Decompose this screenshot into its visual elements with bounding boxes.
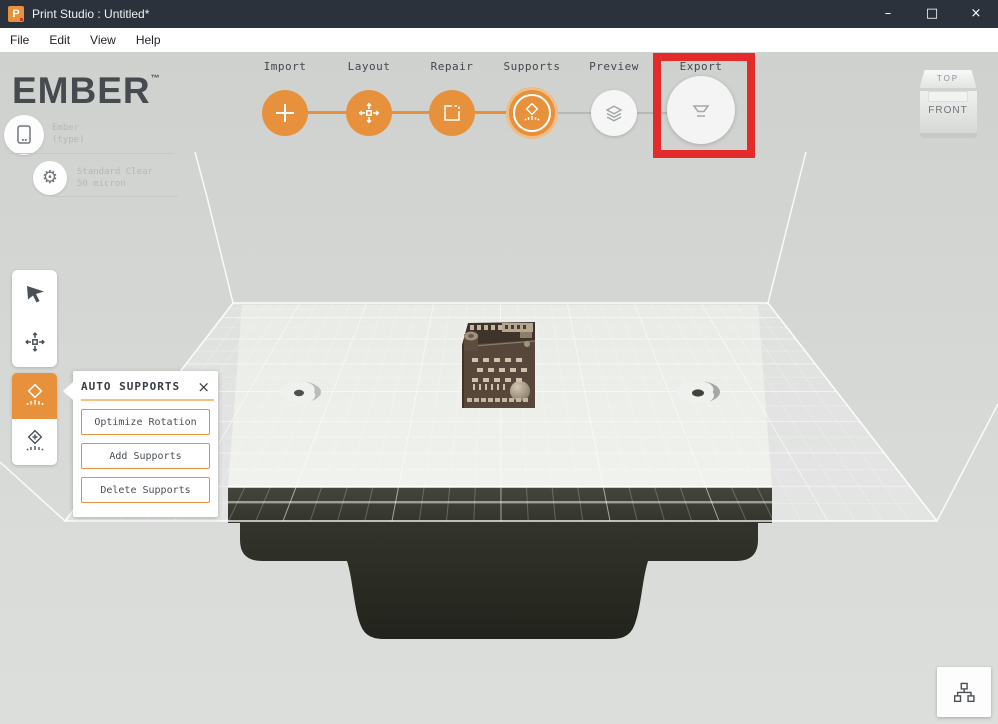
optimize-rotation-button[interactable]: Optimize Rotation bbox=[81, 409, 210, 435]
platform-recess-left bbox=[279, 381, 321, 402]
close-button[interactable]: × bbox=[954, 0, 998, 28]
cursor-icon bbox=[23, 282, 47, 306]
app-icon: P bbox=[8, 6, 24, 22]
hierarchy-icon bbox=[950, 679, 978, 705]
menu-help[interactable]: Help bbox=[136, 33, 161, 47]
connector bbox=[558, 112, 592, 114]
step-layout-button[interactable] bbox=[346, 90, 392, 136]
panel-title: AUTO SUPPORTS bbox=[81, 380, 180, 393]
move-icon bbox=[357, 101, 381, 125]
manual-supports-icon bbox=[22, 429, 48, 455]
gear-icon: ⚙ bbox=[42, 169, 58, 187]
move-tool-button[interactable] bbox=[12, 318, 57, 366]
auto-supports-panel: AUTO SUPPORTS × Optimize Rotation Add Su… bbox=[73, 371, 218, 517]
auto-supports-tool-button[interactable] bbox=[12, 373, 57, 419]
menu-edit[interactable]: Edit bbox=[49, 33, 70, 47]
material-settings-button[interactable]: ⚙ bbox=[33, 161, 67, 195]
plus-icon bbox=[274, 102, 296, 124]
model-object[interactable] bbox=[462, 322, 535, 408]
view-cube[interactable]: TOP FRONT bbox=[918, 70, 978, 138]
manual-supports-tool-button[interactable] bbox=[12, 419, 57, 465]
minimize-button[interactable]: – bbox=[866, 0, 910, 28]
select-tool-button[interactable] bbox=[12, 270, 57, 318]
export-icon bbox=[687, 96, 715, 124]
step-label-layout: Layout bbox=[348, 60, 391, 73]
step-label-repair: Repair bbox=[431, 60, 474, 73]
toolbar-select-group bbox=[12, 270, 57, 367]
window-title: Print Studio : Untitled* bbox=[32, 7, 149, 21]
panel-header: AUTO SUPPORTS × bbox=[73, 371, 218, 393]
view-cube-base bbox=[920, 133, 977, 138]
printer-label: Ember (type) bbox=[52, 122, 85, 146]
supports-active-ring bbox=[509, 90, 555, 136]
ember-logo: EMBER™ bbox=[12, 70, 160, 112]
menubar: File Edit View Help bbox=[0, 28, 998, 52]
supports-icon bbox=[521, 102, 543, 124]
view-cube-notch bbox=[928, 91, 968, 102]
panel-pointer bbox=[63, 382, 73, 400]
view-cube-front-face[interactable]: FRONT bbox=[920, 91, 977, 133]
step-supports-button[interactable] bbox=[506, 87, 558, 139]
step-import-button[interactable] bbox=[262, 90, 308, 136]
delete-supports-button[interactable]: Delete Supports bbox=[81, 477, 210, 503]
divider bbox=[50, 196, 178, 197]
view-cube-top-face[interactable]: TOP bbox=[920, 70, 977, 88]
printer-icon bbox=[13, 123, 35, 147]
step-preview-button[interactable] bbox=[591, 90, 637, 136]
menu-file[interactable]: File bbox=[10, 33, 29, 47]
step-label-supports: Supports bbox=[504, 60, 561, 73]
trademark: ™ bbox=[151, 73, 160, 83]
app-icon-dot bbox=[20, 18, 23, 21]
printer-select-button[interactable] bbox=[4, 115, 44, 155]
layers-icon bbox=[603, 102, 625, 124]
step-export-button[interactable] bbox=[667, 76, 735, 144]
scene-tree-button[interactable] bbox=[937, 667, 991, 717]
repair-icon bbox=[441, 102, 463, 124]
menu-view[interactable]: View bbox=[90, 33, 116, 47]
titlebar: P Print Studio : Untitled* – □ × bbox=[0, 0, 998, 28]
maximize-button[interactable]: □ bbox=[910, 0, 954, 28]
step-repair-button[interactable] bbox=[429, 90, 475, 136]
step-label-import: Import bbox=[264, 60, 307, 73]
material-label: Standard Clear 50 micron bbox=[77, 166, 153, 190]
window-controls: – □ × bbox=[866, 0, 998, 28]
toolbar-supports-group bbox=[12, 373, 57, 465]
close-icon[interactable]: × bbox=[197, 381, 210, 393]
step-label-preview: Preview bbox=[589, 60, 639, 73]
connector bbox=[308, 111, 347, 114]
divider bbox=[8, 153, 173, 154]
add-supports-button[interactable]: Add Supports bbox=[81, 443, 210, 469]
move-icon bbox=[23, 330, 47, 354]
connector bbox=[392, 111, 430, 114]
panel-body: Optimize Rotation Add Supports Delete Su… bbox=[73, 401, 218, 503]
step-label-export: Export bbox=[680, 60, 723, 73]
connector bbox=[475, 111, 507, 114]
connector bbox=[637, 112, 668, 114]
platform-recess-right bbox=[676, 381, 720, 403]
auto-supports-icon bbox=[22, 383, 48, 409]
print-studio-window: P Print Studio : Untitled* – □ × File Ed… bbox=[0, 0, 998, 724]
